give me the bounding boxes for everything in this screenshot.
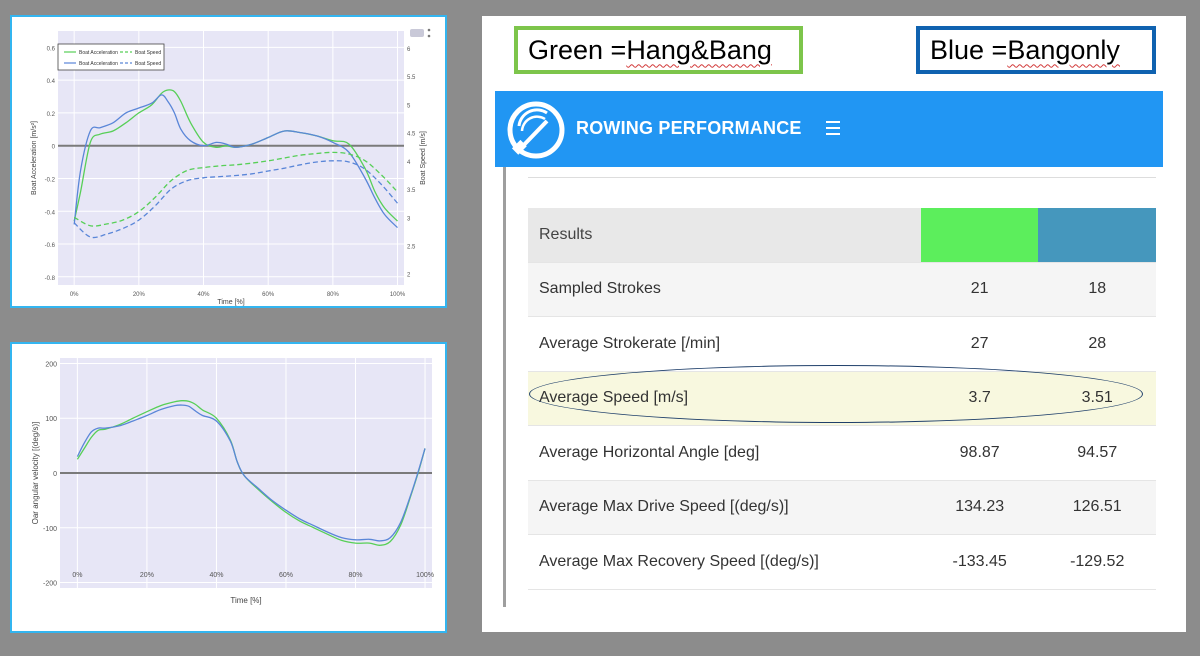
hang-and-bang-value: 21 — [920, 262, 1039, 317]
legend-entry: Boat Acceleration — [79, 50, 118, 56]
x-tick-label: 40% — [209, 572, 223, 579]
x-tick-label: 60% — [279, 572, 293, 579]
hang-and-bang-value: 3.7 — [920, 371, 1039, 426]
y-tick-label: 0.6 — [47, 46, 56, 52]
y-tick-label: -0.8 — [45, 276, 56, 282]
y-tick-label: 0 — [52, 145, 56, 151]
x-tick-label: 0% — [70, 292, 79, 298]
content-side-border — [503, 167, 506, 607]
legend-green-box: Green = Hang&Bang — [514, 26, 803, 74]
y2-axis-title: Boat Speed [m/s] — [420, 131, 427, 185]
row-label: Sampled Strokes — [528, 262, 921, 317]
hang-and-bang-color-header — [920, 208, 1039, 263]
x-tick-label: 0% — [72, 572, 82, 579]
rowing-performance-panel: Green = Hang&Bang Blue = Bang only ROWIN… — [482, 16, 1186, 632]
row-label: Average Speed [m/s] — [528, 371, 921, 426]
legend-blue-word: Bang — [1007, 34, 1071, 65]
boat-acceleration-chart-panel: 0% 20% 40% 60% 80% 100% 0.6 0.4 0.2 0 -0.2 -0.4 -0.6… — [10, 15, 447, 308]
rowing-logo-icon[interactable] — [507, 101, 565, 159]
hamburger-menu-icon[interactable] — [826, 121, 840, 135]
legend-blue-suffix: only — [1070, 34, 1120, 65]
x-tick-label: 100% — [390, 292, 406, 298]
legend-green-prefix: Green = — [528, 34, 627, 65]
results-row: Average Horizontal Angle [deg] 98.87 94.57 — [528, 425, 1156, 481]
hang-and-bang-value: 27 — [920, 316, 1039, 372]
oar-angular-velocity-chart: 0% 20% 40% 60% 80% 100% 200 100 0 -100 -200 Time [%… — [31, 358, 434, 605]
y-tick-label: 0 — [53, 471, 57, 478]
hang-and-bang-value: 134.23 — [920, 480, 1039, 535]
results-header: Results — [528, 208, 921, 263]
boat-acceleration-chart: 0% 20% 40% 60% 80% 100% 0.6 0.4 0.2 0 -0.2 -0.4 -0.6… — [31, 28, 431, 306]
y2-tick-label: 3.5 — [407, 188, 416, 194]
row-label: Average Strokerate [/min] — [528, 316, 921, 372]
x-axis-title: Time [%] — [217, 299, 244, 306]
x-tick-label: 100% — [416, 572, 434, 579]
hang-and-bang-value: -133.45 — [920, 534, 1039, 590]
y-axis-title: Boat Acceleration [m/s²] — [31, 121, 38, 195]
y2-tick-label: 4 — [407, 160, 411, 166]
results-row: Average Max Recovery Speed [(deg/s)] -133… — [528, 534, 1156, 590]
y2-tick-label: 5.5 — [407, 75, 416, 81]
x-tick-label: 40% — [198, 292, 211, 298]
y2-tick-label: 2 — [407, 273, 411, 279]
bang-only-value: 126.51 — [1038, 480, 1156, 535]
legend-blue-box: Blue = Bang only — [916, 26, 1156, 74]
bang-only-value: 18 — [1038, 262, 1156, 317]
bang-only-value: -129.52 — [1038, 534, 1156, 590]
modebar-icon-dot — [427, 34, 431, 38]
y-tick-label: 0.4 — [47, 79, 56, 85]
legend-entry: Boat Acceleration — [79, 61, 118, 67]
x-tick-label: 80% — [349, 572, 363, 579]
bang-only-value: 3.51 — [1038, 371, 1156, 426]
results-row: Average Strokerate [/min] 27 28 — [528, 316, 1156, 372]
legend-entry: Boat Speed — [135, 61, 161, 67]
app-title: ROWING PERFORMANCE — [576, 118, 802, 138]
results-table: Results Sampled Strokes 21 18 Average Strok… — [528, 208, 1156, 590]
modebar-icon-dot — [427, 28, 431, 32]
x-tick-label: 20% — [133, 292, 146, 298]
x-tick-label: 80% — [327, 292, 340, 298]
y-tick-label: -200 — [43, 581, 57, 588]
legend-blue-prefix: Blue = — [930, 34, 1008, 65]
modebar-icon — [410, 28, 431, 38]
results-header-row: Results — [528, 208, 1156, 263]
row-label: Average Horizontal Angle [deg] — [528, 425, 921, 481]
y-tick-label: 0.2 — [47, 112, 56, 118]
x-axis-title: Time [%] — [230, 596, 261, 605]
app-header: ROWING PERFORMANCE — [495, 91, 1163, 167]
y-axis-title: Oar angular velocity [(deg/s)] — [31, 422, 40, 525]
legend-green-word: Hang&Bang — [626, 34, 772, 65]
oar-velocity-chart-panel: 0% 20% 40% 60% 80% 100% 200 100 0 -100 -200 Time [%… — [10, 342, 447, 633]
bang-only-value: 28 — [1038, 316, 1156, 372]
bang-only-value: 94.57 — [1038, 425, 1156, 481]
chart-legend: Boat Acceleration Boat Acceleration Boat S… — [57, 43, 165, 71]
results-row: Average Max Drive Speed [(deg/s)] 134.23 1… — [528, 480, 1156, 535]
x-tick-label: 60% — [262, 292, 275, 298]
y-tick-label: -100 — [43, 526, 57, 533]
row-label: Average Max Drive Speed [(deg/s)] — [528, 480, 921, 535]
y2-tick-label: 4.5 — [407, 132, 416, 138]
x-tick-label: 20% — [140, 572, 154, 579]
y-tick-label: 200 — [45, 361, 57, 368]
y-tick-label: -0.2 — [45, 177, 56, 183]
y-tick-label: -0.4 — [45, 210, 56, 216]
y2-tick-label: 2.5 — [407, 244, 416, 250]
hang-and-bang-value: 98.87 — [920, 425, 1039, 481]
y2-tick-label: 6 — [407, 47, 411, 53]
content-divider — [528, 177, 1156, 178]
bang-only-color-header — [1038, 208, 1156, 263]
y2-tick-label: 5 — [407, 103, 411, 109]
results-row: Sampled Strokes 21 18 — [528, 262, 1156, 317]
results-row: Average Speed [m/s] 3.7 3.51 — [528, 371, 1156, 426]
y2-tick-label: 3 — [407, 216, 411, 222]
modebar-icon-body — [410, 29, 424, 37]
y-tick-label: 100 — [45, 416, 57, 423]
legend-entry: Boat Speed — [135, 50, 161, 56]
y-tick-label: -0.6 — [45, 243, 56, 249]
row-label: Average Max Recovery Speed [(deg/s)] — [528, 534, 921, 590]
